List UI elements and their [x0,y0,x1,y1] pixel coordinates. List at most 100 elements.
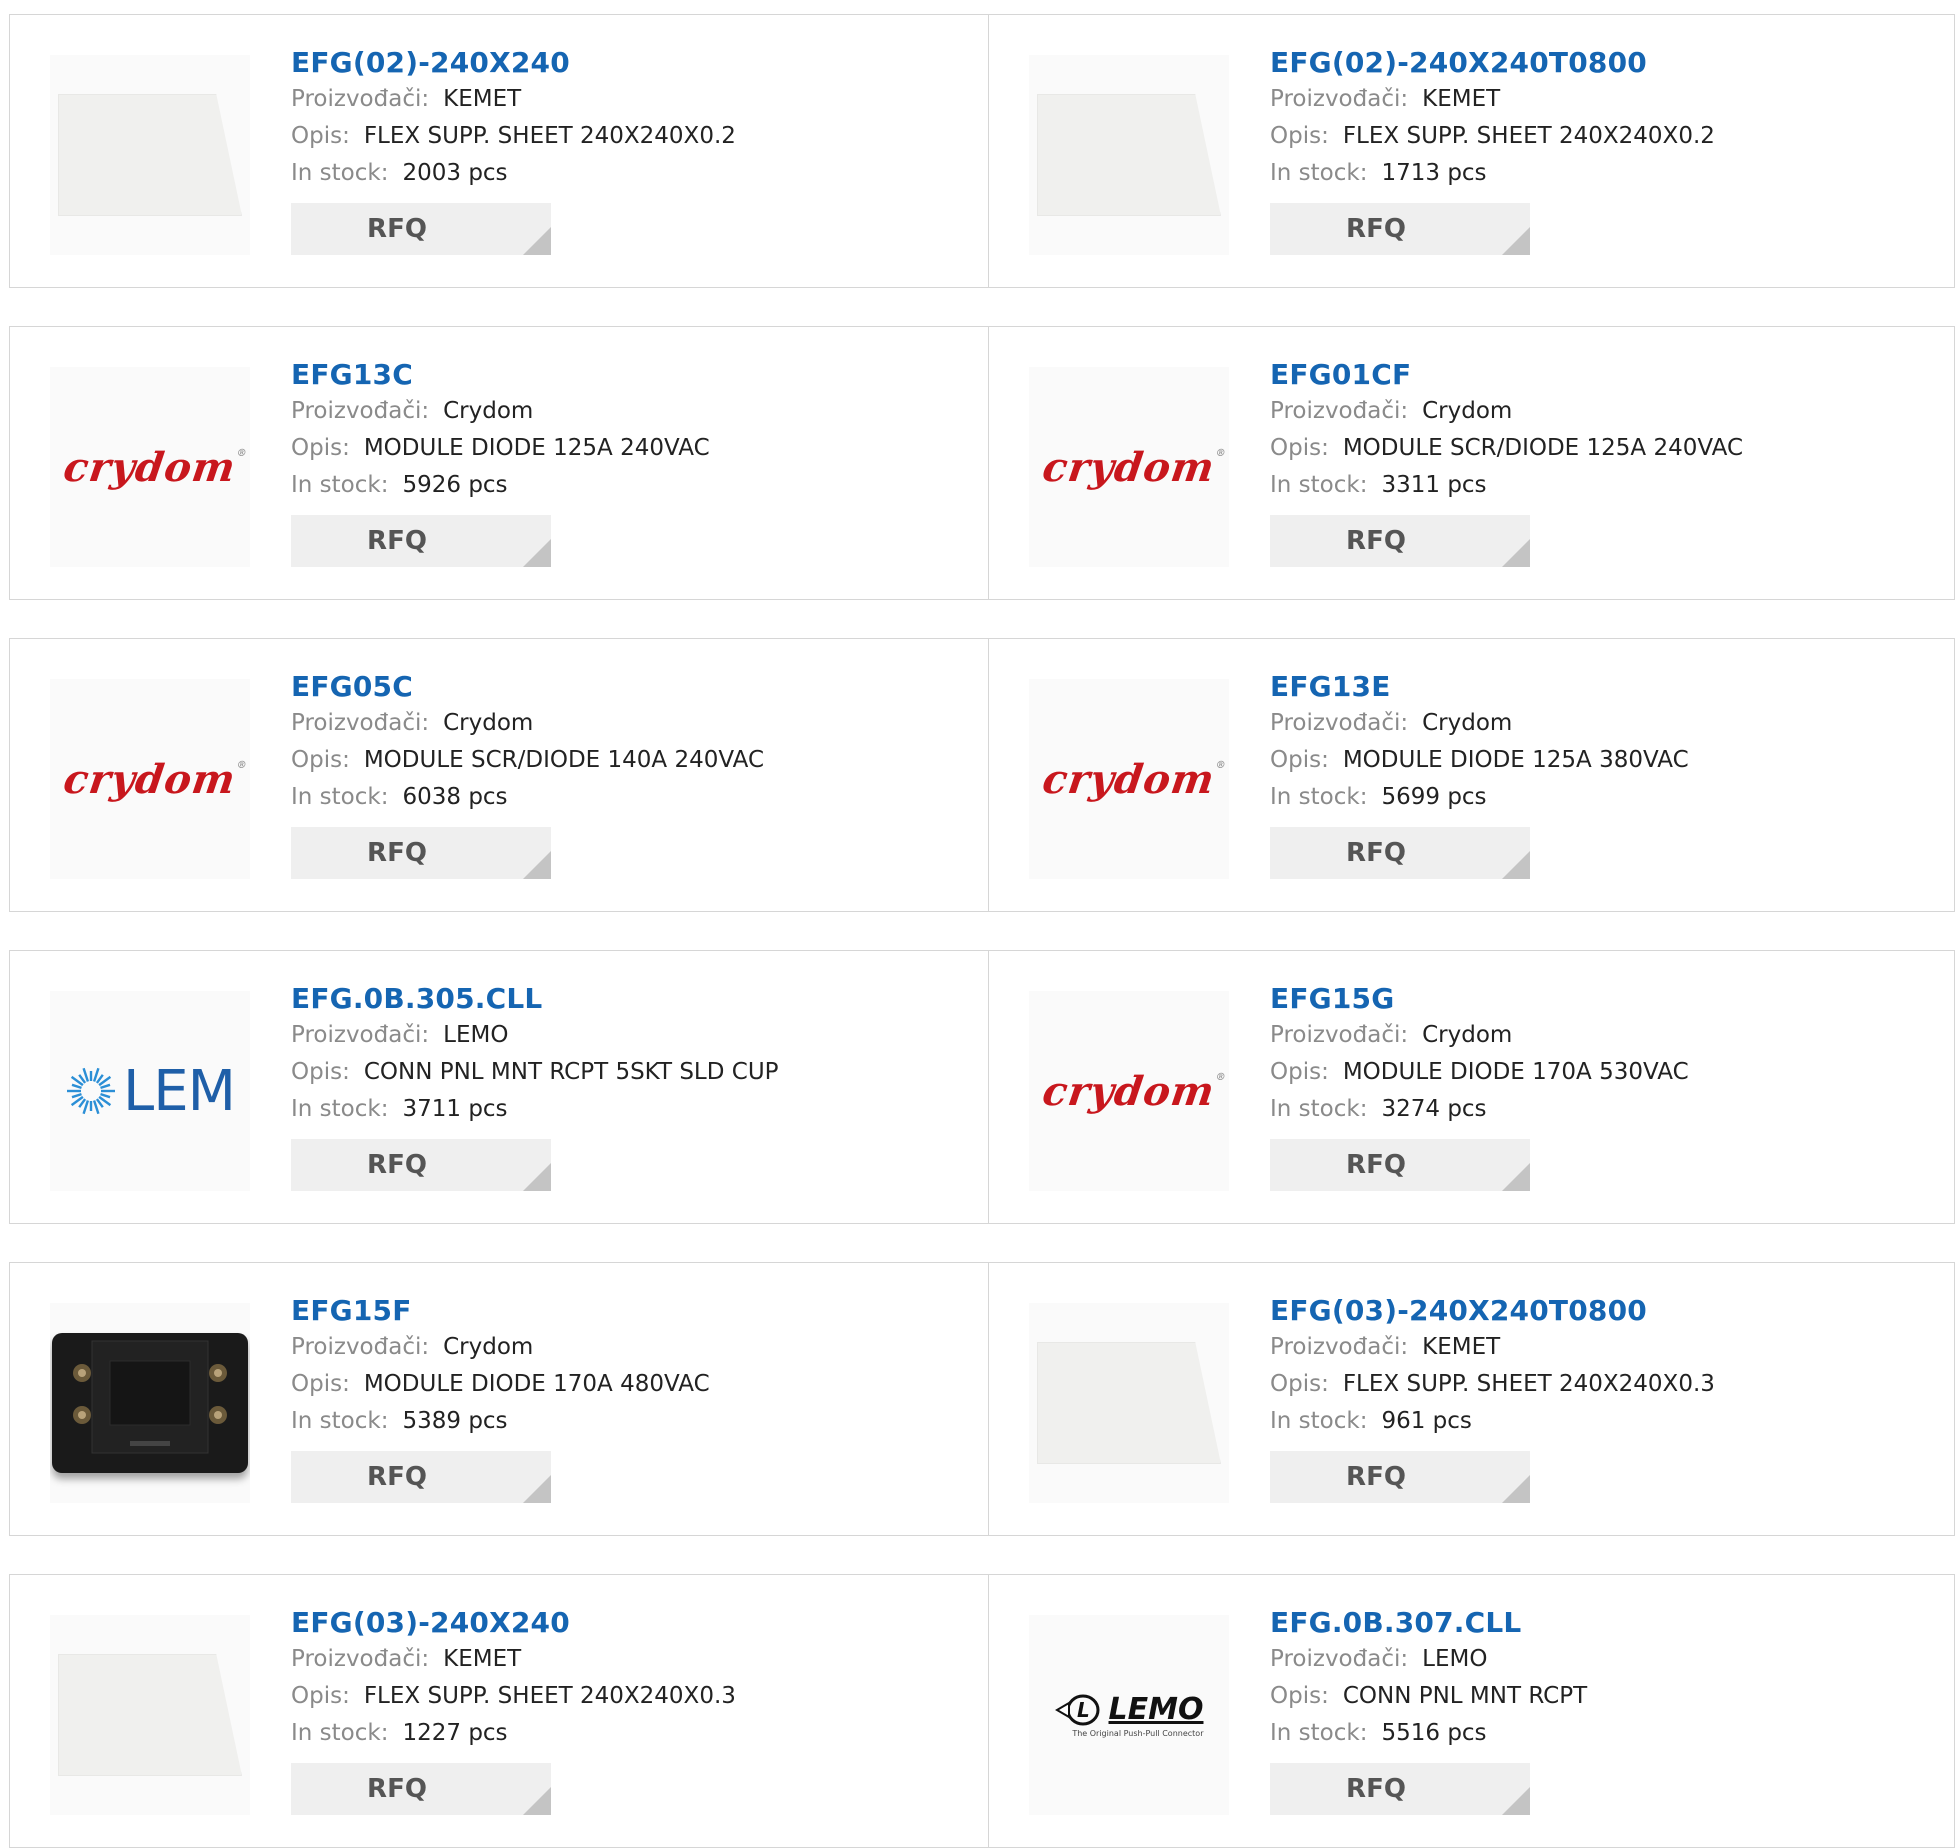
manufacturer-value: Crydom [1422,710,1513,736]
part-number-link[interactable]: EFG13C [291,357,710,393]
product-image[interactable] [1029,55,1229,255]
product-card: EFG(02)-240X240T0800 Proizvođači: KEMET Opi… [988,15,1954,287]
product-image[interactable]: L LEMO The Original Push-Pull Connector [1029,1615,1229,1815]
stock-label: In stock: [291,1408,389,1434]
part-number-link[interactable]: EFG15F [291,1293,710,1329]
product-image[interactable]: crydom ® [50,367,250,567]
part-number-link[interactable]: EFG05C [291,669,764,705]
part-number-link[interactable]: EFG.0B.307.CLL [1270,1605,1587,1641]
svg-text:L: L [1077,1698,1090,1722]
manufacturer-value: Crydom [443,1334,534,1360]
product-image[interactable] [50,1615,250,1815]
rfq-button[interactable]: RFQ [291,1451,551,1503]
rfq-button[interactable]: RFQ [1270,203,1530,255]
description-label: Opis: [291,747,350,773]
part-number-link[interactable]: EFG.0B.305.CLL [291,981,779,1017]
stock-line: In stock: 961 pcs [1270,1403,1715,1440]
lemo-logo: L LEMO The Original Push-Pull Connector [1054,1692,1203,1738]
description-label: Opis: [291,123,350,149]
manufacturer-value: KEMET [1422,1334,1501,1360]
manufacturer-line: Proizvođači: LEMO [1270,1641,1587,1678]
part-number-link[interactable]: EFG(03)-240X240T0800 [1270,1293,1715,1329]
rfq-button[interactable]: RFQ [1270,1139,1530,1191]
stock-line: In stock: 5699 pcs [1270,779,1689,816]
manufacturer-label: Proizvođači: [1270,86,1409,112]
product-image[interactable]: crydom ® [1029,679,1229,879]
description-label: Opis: [291,1059,350,1085]
description-line: Opis: CONN PNL MNT RCPT 5SKT SLD CUP [291,1054,779,1091]
description-value: FLEX SUPP. SHEET 240X240X0.2 [363,123,736,149]
corner-triangle-icon [1502,1787,1530,1815]
part-number-link[interactable]: EFG(02)-240X240 [291,45,736,81]
product-row: EFG(03)-240X240 Proizvođači: KEMET Opis: FLE… [9,1574,1955,1848]
rfq-button[interactable]: RFQ [1270,1451,1530,1503]
stock-value: 6038 pcs [402,784,508,810]
rfq-button[interactable]: RFQ [1270,827,1530,879]
description-line: Opis: FLEX SUPP. SHEET 240X240X0.3 [291,1678,736,1715]
stock-line: In stock: 6038 pcs [291,779,764,816]
product-image[interactable]: crydom ® [1029,367,1229,567]
stock-label: In stock: [1270,472,1368,498]
stock-value: 5926 pcs [402,472,508,498]
part-number-link[interactable]: EFG01CF [1270,357,1743,393]
description-label: Opis: [1270,1371,1329,1397]
description-line: Opis: MODULE SCR/DIODE 125A 240VAC [1270,430,1743,467]
stock-line: In stock: 1227 pcs [291,1715,736,1752]
rfq-label: RFQ [367,526,427,556]
manufacturer-line: Proizvođači: KEMET [1270,81,1715,118]
manufacturer-label: Proizvođači: [1270,710,1409,736]
part-number-link[interactable]: EFG(03)-240X240 [291,1605,736,1641]
rfq-button[interactable]: RFQ [291,1763,551,1815]
description-value: CONN PNL MNT RCPT [1342,1683,1588,1709]
corner-triangle-icon [523,1475,551,1503]
stock-line: In stock: 1713 pcs [1270,155,1715,192]
stock-value: 1713 pcs [1381,160,1487,186]
corner-triangle-icon [1502,227,1530,255]
product-image[interactable]: LEM [50,991,250,1191]
part-number-link[interactable]: EFG13E [1270,669,1689,705]
lem-logo: LEM [65,1059,236,1124]
rfq-label: RFQ [367,214,427,244]
rfq-button[interactable]: RFQ [291,203,551,255]
product-image[interactable] [1029,1303,1229,1503]
rfq-button[interactable]: RFQ [1270,515,1530,567]
stock-line: In stock: 5926 pcs [291,467,710,504]
product-image[interactable]: crydom ® [50,679,250,879]
manufacturer-line: Proizvođači: KEMET [1270,1329,1715,1366]
description-label: Opis: [1270,1059,1329,1085]
rfq-button[interactable]: RFQ [291,827,551,879]
rfq-button[interactable]: RFQ [291,515,551,567]
crydom-logo: crydom ® [1039,755,1228,803]
manufacturer-label: Proizvođači: [1270,1334,1409,1360]
corner-triangle-icon [523,227,551,255]
part-number-link[interactable]: EFG15G [1270,981,1689,1017]
description-label: Opis: [291,1371,350,1397]
stock-label: In stock: [291,1720,389,1746]
product-card: crydom ® EFG05C Proizvođači: Crydom Opis: MODU… [10,639,988,911]
description-label: Opis: [1270,123,1329,149]
part-number-link[interactable]: EFG(02)-240X240T0800 [1270,45,1715,81]
crydom-logo: crydom ® [1039,443,1228,491]
product-info: EFG(02)-240X240 Proizvođači: KEMET Opis: FLE… [291,45,736,255]
manufacturer-label: Proizvođači: [291,86,430,112]
manufacturer-label: Proizvođači: [291,398,430,424]
manufacturer-value: Crydom [443,398,534,424]
description-label: Opis: [1270,1683,1329,1709]
rfq-label: RFQ [1346,526,1406,556]
product-row: EFG15F Proizvođači: Crydom Opis: MODULE DIOD… [9,1262,1955,1536]
rfq-button[interactable]: RFQ [1270,1763,1530,1815]
manufacturer-label: Proizvođači: [1270,398,1409,424]
corner-triangle-icon [523,539,551,567]
stock-line: In stock: 5389 pcs [291,1403,710,1440]
stock-value: 5389 pcs [402,1408,508,1434]
product-image[interactable] [50,55,250,255]
stock-label: In stock: [291,1096,389,1122]
flex-sheet-image [58,1654,242,1776]
corner-triangle-icon [523,851,551,879]
product-image[interactable]: crydom ® [1029,991,1229,1191]
rfq-button[interactable]: RFQ [291,1139,551,1191]
stock-value: 2003 pcs [402,160,508,186]
rfq-label: RFQ [367,1150,427,1180]
product-image[interactable] [50,1303,250,1503]
description-line: Opis: MODULE DIODE 170A 480VAC [291,1366,710,1403]
